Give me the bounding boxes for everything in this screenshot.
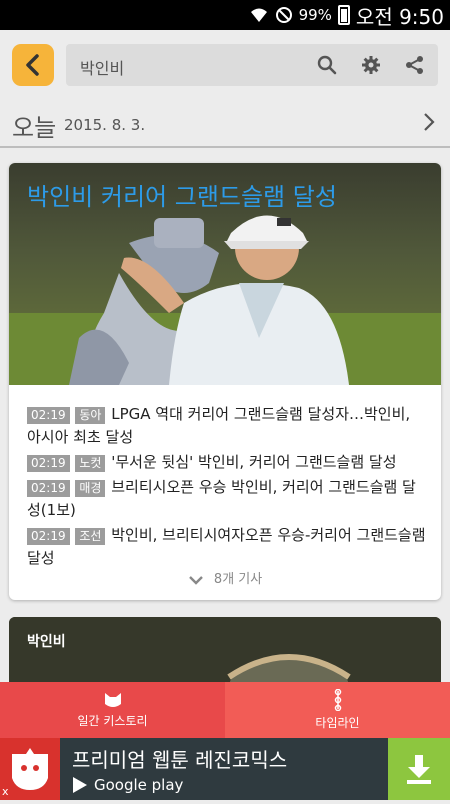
top-bar: 박인비 bbox=[0, 30, 450, 98]
news-source: 매경 bbox=[75, 480, 106, 497]
bottom-nav: 일간 키스토리 타임라인 bbox=[0, 682, 450, 738]
story-photo[interactable]: 박인비 커리어 그랜드슬램 달성 bbox=[9, 163, 441, 385]
news-source: 노컷 bbox=[75, 455, 106, 472]
status-bar: 99% 오전 9:50 bbox=[0, 0, 450, 30]
story-label: 박인비 bbox=[27, 634, 66, 650]
tab-daily-keystory-label: 일간 키스토리 bbox=[77, 714, 148, 728]
news-item[interactable]: 02:19 노컷 '무서운 뒷심' 박인비, 커리어 그랜드슬램 달성 bbox=[27, 451, 427, 474]
clock: 오전 9:50 bbox=[355, 4, 444, 29]
wifi-icon bbox=[249, 6, 269, 24]
ad-headline[interactable]: 프리미엄 웹툰 레진코믹스 bbox=[72, 744, 287, 773]
share-icon[interactable] bbox=[404, 54, 426, 76]
do-not-disturb-icon bbox=[275, 6, 293, 24]
story-photo-2 bbox=[9, 617, 441, 687]
chevron-right-icon[interactable] bbox=[422, 110, 436, 138]
news-time: 02:19 bbox=[27, 455, 70, 472]
news-headline[interactable]: '무서운 뒷심' 박인비, 커리어 그랜드슬램 달성 bbox=[111, 453, 396, 471]
cat-icon bbox=[104, 693, 121, 707]
download-button[interactable] bbox=[388, 738, 450, 800]
download-icon bbox=[407, 755, 431, 784]
news-time: 02:19 bbox=[27, 480, 70, 497]
play-store-icon bbox=[73, 777, 87, 793]
ad-banner[interactable]: 프리미엄 웹툰 레진코믹스 Google play x bbox=[0, 738, 450, 800]
news-item[interactable]: 02:19 동아 LPGA 역대 커리어 그랜드슬램 달성자…박인비, 아시아 … bbox=[27, 403, 427, 449]
more-articles-button[interactable]: 8개 기사 bbox=[9, 568, 441, 587]
story-card[interactable]: 박인비 커리어 그랜드슬램 달성 02:19 동아 LPGA 역대 커리어 그랜… bbox=[9, 163, 441, 600]
ad-close-button[interactable]: x bbox=[2, 785, 9, 798]
date-bar[interactable]: 오늘 2015. 8. 3. bbox=[0, 98, 450, 148]
lezhin-logo[interactable] bbox=[0, 738, 60, 800]
news-time: 02:19 bbox=[27, 528, 70, 545]
tab-timeline-label: 타임라인 bbox=[315, 716, 360, 730]
timeline-icon bbox=[334, 689, 341, 711]
story-card-2[interactable]: 박인비 bbox=[9, 617, 441, 687]
news-item[interactable]: 02:19 매경 브리티시오픈 우승 박인비, 커리어 그랜드슬램 달성(1보) bbox=[27, 476, 427, 522]
google-play-badge[interactable]: Google play bbox=[72, 776, 183, 794]
story-title[interactable]: 박인비 커리어 그랜드슬램 달성 bbox=[27, 177, 337, 212]
news-source: 동아 bbox=[75, 407, 106, 424]
search-query[interactable]: 박인비 bbox=[80, 55, 124, 79]
chevron-down-icon bbox=[188, 575, 203, 585]
more-articles-label: 8개 기사 bbox=[213, 572, 263, 587]
tab-daily-keystory[interactable]: 일간 키스토리 bbox=[0, 682, 225, 738]
search-icon[interactable] bbox=[316, 54, 338, 76]
date-label: 2015. 8. 3. bbox=[64, 116, 146, 134]
battery-percent: 99% bbox=[298, 6, 332, 24]
google-play-label: Google play bbox=[94, 776, 184, 794]
battery-icon bbox=[337, 5, 350, 25]
back-button[interactable] bbox=[12, 44, 54, 86]
news-time: 02:19 bbox=[27, 407, 70, 424]
gear-icon[interactable] bbox=[360, 54, 382, 76]
back-icon bbox=[26, 54, 39, 76]
news-list: 02:19 동아 LPGA 역대 커리어 그랜드슬램 달성자…박인비, 아시아 … bbox=[27, 403, 427, 572]
news-item[interactable]: 02:19 조선 박인비, 브리티시여자오픈 우승-커리어 그랜드슬램 달성 bbox=[27, 524, 427, 570]
today-label: 오늘 bbox=[12, 114, 57, 142]
search-box[interactable]: 박인비 bbox=[66, 44, 438, 86]
news-source: 조선 bbox=[75, 528, 106, 545]
tab-timeline[interactable]: 타임라인 bbox=[225, 682, 450, 738]
